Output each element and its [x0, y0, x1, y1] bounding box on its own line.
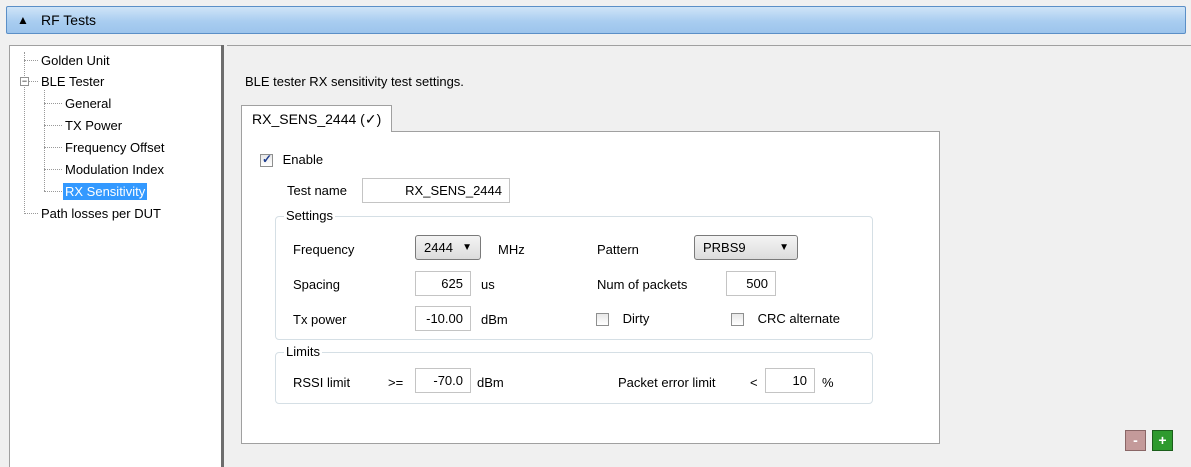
dirty-checkbox[interactable]	[596, 313, 609, 327]
dirty-row[interactable]: Dirty	[596, 311, 650, 327]
spacing-input[interactable]: 625	[415, 271, 471, 296]
chevron-down-icon: ▼	[462, 242, 472, 253]
enable-label: Enable	[282, 152, 324, 167]
add-test-button[interactable]: +	[1152, 430, 1173, 451]
settings-group: Settings Frequency 2444 ▼ MHz Pattern PR…	[275, 208, 873, 340]
page-description: BLE tester RX sensitivity test settings.	[245, 74, 464, 89]
frequency-value: 2444	[424, 240, 453, 255]
enable-checkbox[interactable]	[260, 152, 273, 168]
remove-test-button[interactable]: -	[1125, 430, 1146, 451]
tree-panel: − Golden Unit BLE Tester General TX Powe…	[9, 45, 224, 467]
packet-error-unit: %	[822, 375, 834, 390]
packet-error-limit-label: Packet error limit	[618, 375, 716, 390]
header-title: RF Tests	[41, 12, 96, 28]
rssi-limit-label: RSSI limit	[293, 375, 351, 390]
tree-item-general[interactable]: General	[65, 93, 111, 114]
limits-group-title: Limits	[284, 344, 322, 359]
pattern-select[interactable]: PRBS9 ▼	[694, 235, 798, 260]
tree-item-rx-sensitivity[interactable]: RX Sensitivity	[63, 181, 148, 202]
tx-power-label: Tx power	[293, 312, 347, 327]
tab-rx-sens-2444[interactable]: RX_SENS_2444 (✓)	[241, 105, 393, 132]
num-packets-label: Num of packets	[597, 277, 688, 292]
frequency-select[interactable]: 2444 ▼	[415, 235, 481, 260]
collapse-triangle-icon[interactable]: ▲	[17, 13, 33, 27]
packet-error-limit-input[interactable]: 10	[765, 368, 815, 393]
rssi-operator: >=	[388, 375, 404, 390]
pattern-value: PRBS9	[703, 240, 746, 255]
crc-alternate-label: CRC alternate	[757, 311, 840, 326]
tree-view[interactable]: − Golden Unit BLE Tester General TX Powe…	[9, 45, 221, 467]
tree-item-path-losses[interactable]: Path losses per DUT	[41, 203, 161, 224]
tree-item-modulation-index[interactable]: Modulation Index	[65, 159, 164, 180]
tx-power-unit: dBm	[481, 312, 508, 327]
num-packets-input[interactable]: 500	[726, 271, 776, 296]
tree-item-tx-power[interactable]: TX Power	[65, 115, 122, 136]
tree-item-golden-unit[interactable]: Golden Unit	[41, 50, 110, 71]
crc-alternate-row[interactable]: CRC alternate	[731, 311, 840, 327]
limits-group: Limits RSSI limit >= -70.0 dBm Packet er…	[275, 344, 873, 404]
spacing-label: Spacing	[293, 277, 340, 292]
rf-tests-header[interactable]: ▲ RF Tests	[6, 6, 1186, 34]
collapse-toggle-icon[interactable]: −	[20, 77, 29, 86]
frequency-unit: MHz	[498, 242, 525, 257]
settings-group-title: Settings	[284, 208, 335, 223]
pattern-label: Pattern	[597, 242, 639, 257]
rssi-unit: dBm	[477, 375, 504, 390]
tree-item-frequency-offset[interactable]: Frequency Offset	[65, 137, 164, 158]
tx-power-input[interactable]: -10.00	[415, 306, 471, 331]
test-name-label: Test name	[287, 183, 347, 198]
tab-page: Enable Test name RX_SENS_2444 Settings F…	[241, 131, 940, 444]
crc-alternate-checkbox[interactable]	[731, 313, 744, 327]
chevron-down-icon: ▼	[779, 242, 789, 253]
tree-item-ble-tester[interactable]: BLE Tester	[41, 71, 104, 92]
packet-error-operator: <	[750, 375, 758, 390]
frequency-label: Frequency	[293, 242, 355, 257]
dirty-label: Dirty	[622, 311, 650, 326]
rssi-limit-input[interactable]: -70.0	[415, 368, 471, 393]
spacing-unit: us	[481, 277, 495, 292]
enable-row[interactable]: Enable	[260, 152, 324, 168]
test-name-input[interactable]: RX_SENS_2444	[362, 178, 510, 203]
settings-pane: BLE tester RX sensitivity test settings.…	[227, 45, 1191, 467]
